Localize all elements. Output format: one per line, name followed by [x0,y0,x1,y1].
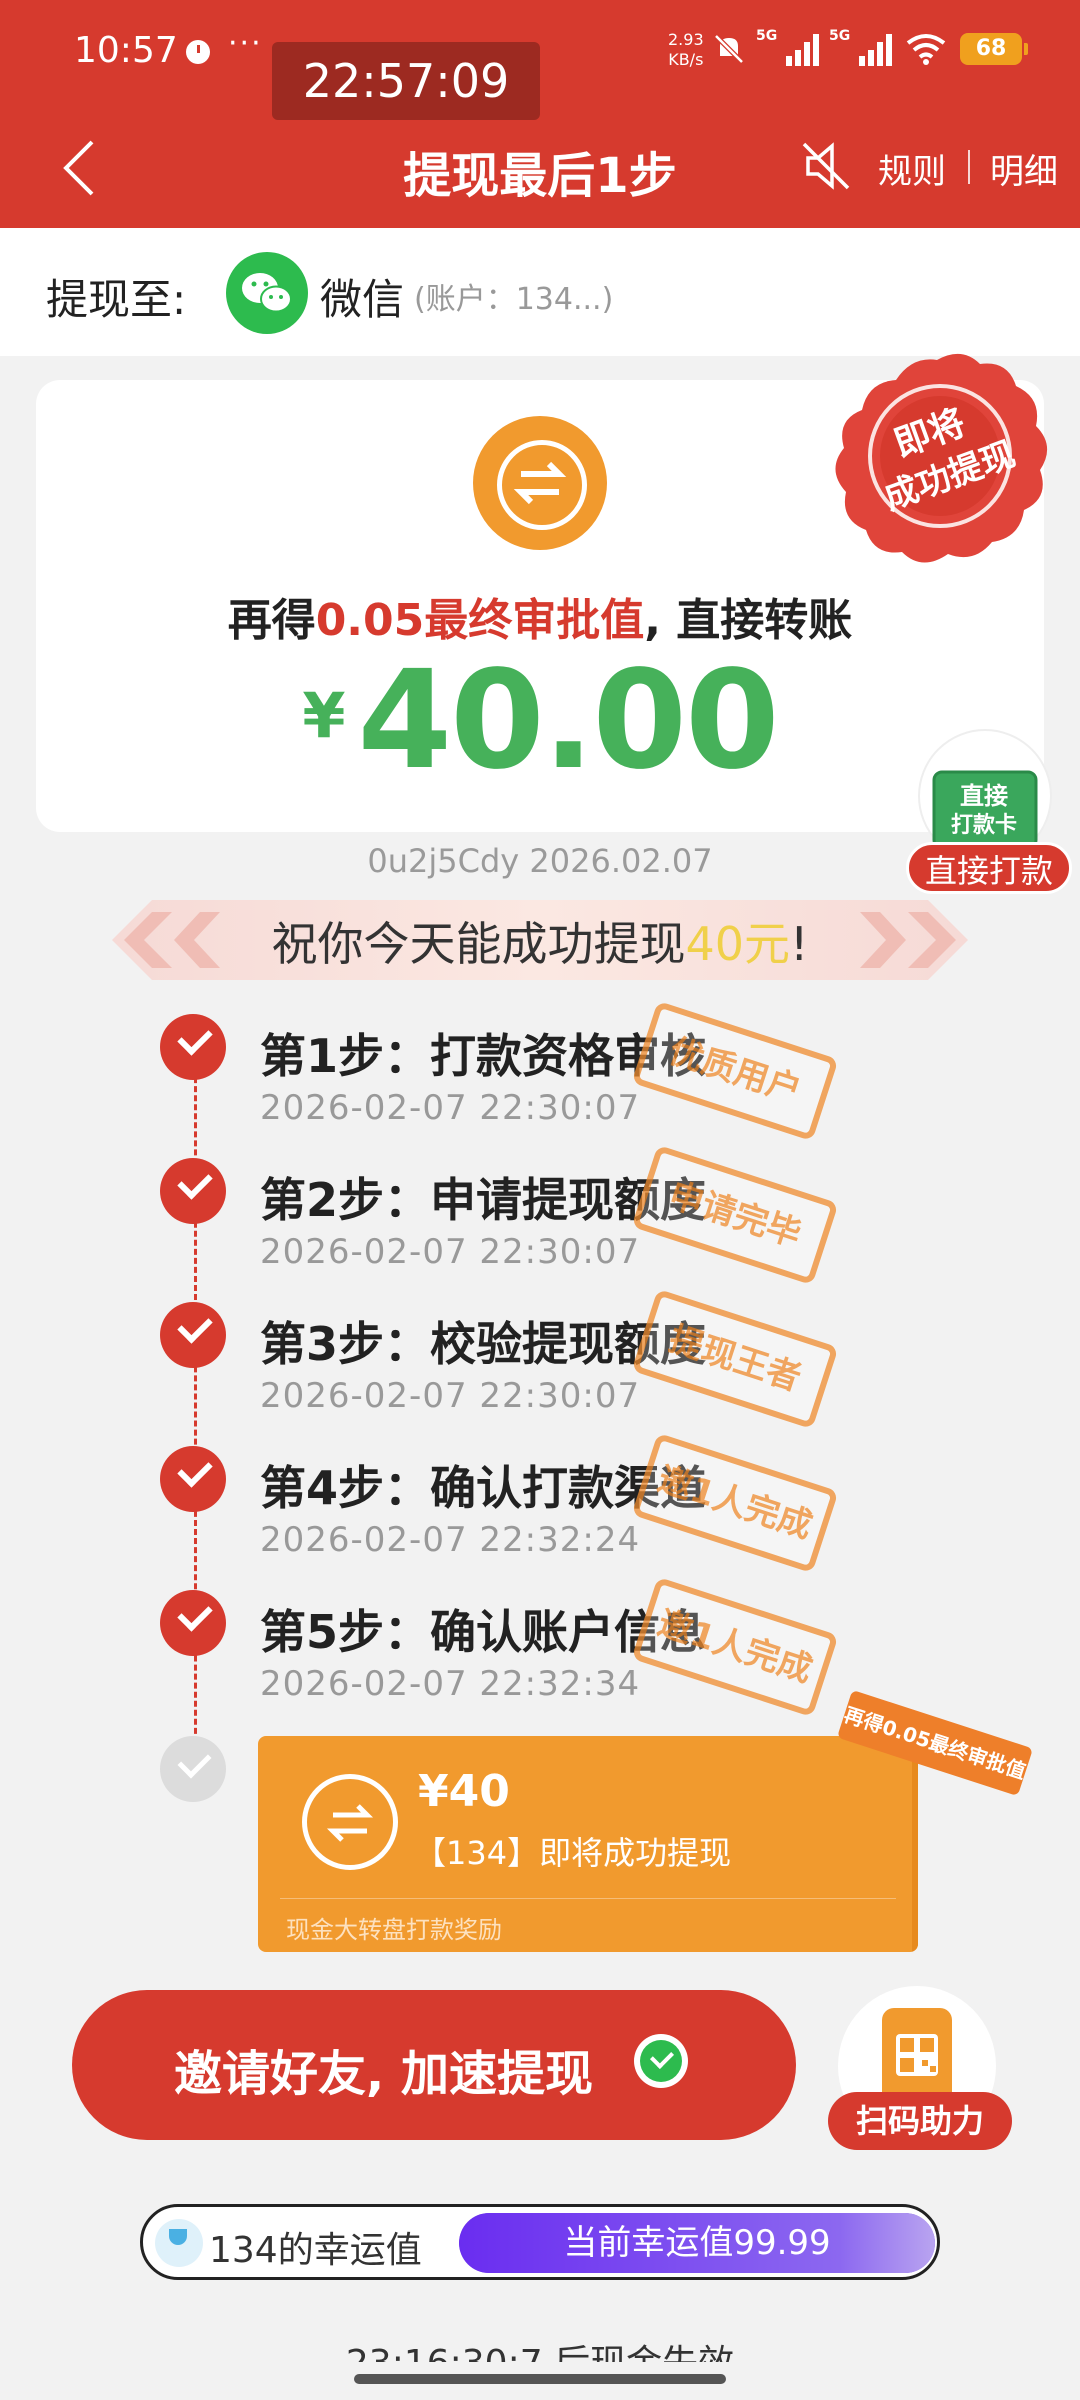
scan-help-button[interactable]: 扫码助力 [828,2092,1012,2150]
step-time: 2026-02-07 22:30:07 [260,1376,641,1416]
wechat-icon [226,252,308,334]
sim2-label: 5G [829,28,851,44]
success-seal-badge: 即将 成功提现 [812,342,1062,582]
reward-desc: 【134】即将成功提现 [414,1834,732,1872]
network-speed-unit: KB/s [668,50,704,69]
transfer-icon [302,1774,398,1870]
luck-progress: 当前幸运值99.99 [459,2213,935,2273]
direct-card-text-1: 直接 [960,782,1008,810]
step-stamp: 邀1人完成 [631,1432,839,1574]
step-time: 2026-02-07 22:32:24 [260,1520,641,1560]
invite-friends-button[interactable]: 邀请好友, 加速提现 [72,1990,796,2140]
timer-overlay: 22:57:09 [272,42,540,120]
step-stamp: 优质用户 [631,1000,839,1142]
status-icons: 5G 5G 68 [712,28,1028,66]
step-stamp: 提现王者 [631,1288,839,1430]
reward-card[interactable]: ¥40 【134】即将成功提现 现金大转盘打款奖励 [258,1736,918,1952]
headline-highlight: 0.05最终审批值 [315,595,645,646]
check-icon [160,1590,226,1656]
luck-value-bar: 134的幸运值 当前幸运值99.99 [140,2204,940,2280]
step-time: 2026-02-07 22:30:07 [260,1232,641,1272]
step-time: 2026-02-07 22:32:34 [260,1664,641,1704]
app-header: 10:57 ··· 22:57:09 2.93 KB/s 5G 5G 68 提现… [0,0,1080,228]
step-item: 第2步：申请提现额度 2026-02-07 22:30:07 申请完毕 [160,1144,1040,1288]
status-time: 10:57 [74,30,178,71]
sound-off-icon[interactable] [802,140,852,192]
account-info: (账户：134...) [414,282,614,317]
blessing-text: 祝你今天能成功提现40元! [0,908,1080,974]
blessing-prefix: 祝你今天能成功提现 [271,917,686,971]
wechat-check-icon [634,2034,688,2088]
withdraw-target-bar[interactable]: 提现至: 微信 (账户：134...) [0,228,1080,356]
step-item: 第4步：确认打款渠道 2026-02-07 22:32:24 邀1人完成 [160,1432,1040,1576]
luck-progress-text: 当前幸运值99.99 [563,2223,831,2263]
network-speed-value: 2.93 [668,30,704,49]
network-speed: 2.93 KB/s [668,30,704,70]
step-item: 第3步：校验提现额度 2026-02-07 22:30:07 提现王者 [160,1288,1040,1432]
alarm-clock-icon [186,40,210,64]
detail-link[interactable]: 明细 [990,144,1058,193]
battery-icon: 68 [960,33,1028,65]
status-overflow-dots: ··· [228,26,263,61]
blessing-highlight: 40元 [685,917,791,971]
currency-symbol: ¥ [302,679,346,752]
luck-label: 134的幸运值 [209,2230,422,2271]
step-time: 2026-02-07 22:30:07 [260,1088,641,1128]
headline-prefix: 再得 [227,595,316,646]
wechat-label: 微信 [320,275,405,324]
mute-bell-icon [712,32,746,66]
pending-check-icon [160,1736,226,1802]
step-stamp: 邀1人完成 [631,1576,839,1718]
home-indicator[interactable] [354,2374,726,2384]
reward-amount: ¥40 [418,1766,510,1817]
approval-headline: 再得0.05最终审批值, 直接转账 [36,584,1044,648]
reward-divider [280,1898,896,1899]
trophy-cup-icon [155,2219,203,2267]
withdraw-to-label: 提现至: [46,275,187,324]
wifi-icon [906,33,946,65]
check-icon [160,1158,226,1224]
rules-link[interactable]: 规则 [878,144,946,193]
check-icon [160,1302,226,1368]
direct-card-text-2: 打款卡 [951,812,1017,838]
step-item: 第5步：确认账户信息 2026-02-07 22:32:34 邀1人完成 [160,1576,1040,1720]
expiry-countdown: 23:16:30:7 后现金失效 [0,2334,1080,2362]
check-icon [160,1014,226,1080]
step-item: 第1步：打款资格审核 2026-02-07 22:30:07 优质用户 [160,1000,1040,1144]
signal-icon: 5G [756,28,819,66]
invite-button-label: 邀请好友, 加速提现 [174,2046,593,2102]
reward-footer: 现金大转盘打款奖励 [286,1916,502,1944]
check-icon [160,1446,226,1512]
headline-suffix: , 直接转账 [644,595,853,646]
signal-icon-2: 5G [829,28,892,66]
withdraw-amount: ¥40.00 [36,642,1044,800]
step-stamp: 申请完毕 [631,1144,839,1286]
transfer-icon [473,416,607,550]
nav-divider [968,150,970,184]
blessing-suffix: ! [790,917,809,971]
sim1-label: 5G [756,28,778,44]
code-date-line: 0u2j5Cdy 2026.02.07 [367,842,713,880]
amount-value: 40.00 [357,642,779,800]
